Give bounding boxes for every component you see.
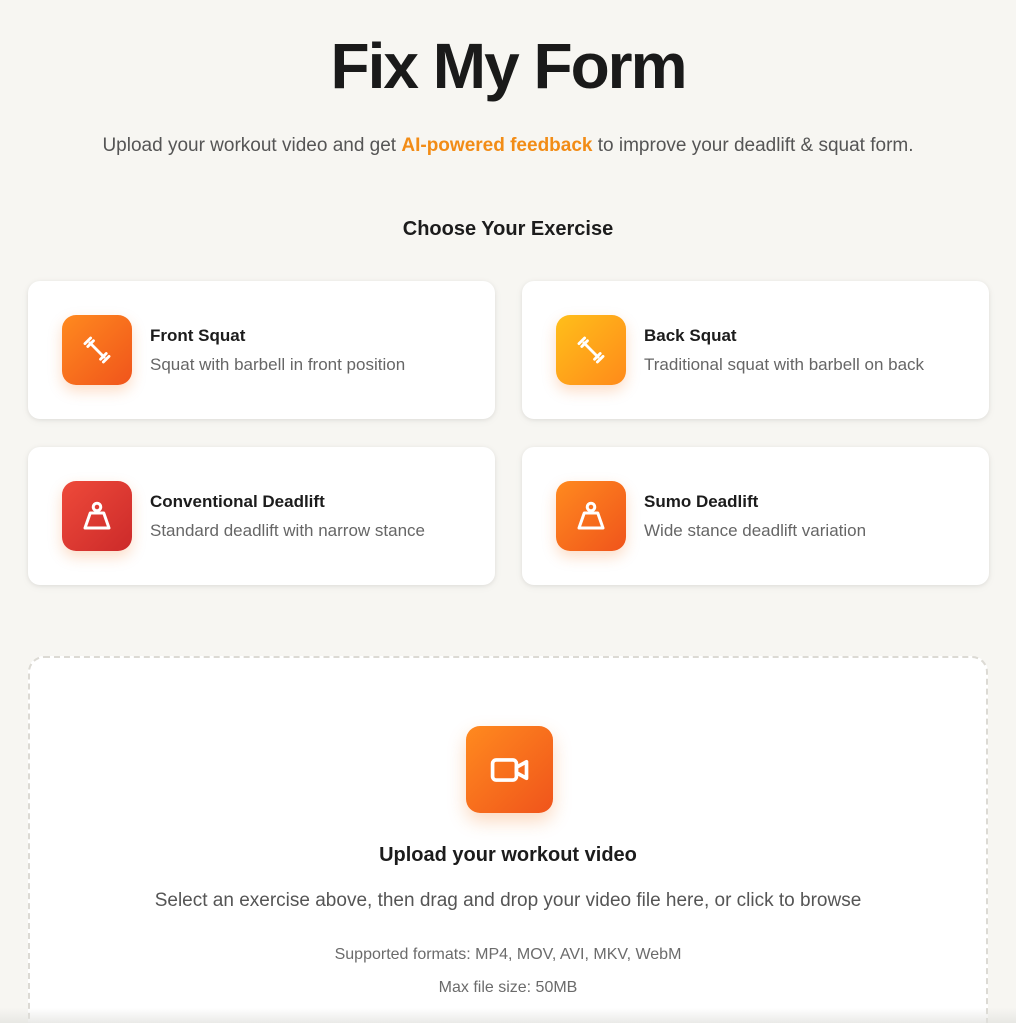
exercise-card-title: Conventional Deadlift — [150, 492, 325, 511]
kettlebell-icon — [556, 481, 626, 551]
upload-instructions: Select an exercise above, then drag and … — [154, 890, 862, 911]
exercise-card-front-squat[interactable]: Front Squat Squat with barbell in front … — [28, 281, 495, 419]
dumbbell-icon — [62, 315, 132, 385]
upload-title: Upload your workout video — [379, 844, 637, 866]
exercise-card-conventional-deadlift[interactable]: Conventional Deadlift Standard deadlift … — [28, 447, 495, 585]
exercise-card-title: Back Squat — [644, 326, 737, 345]
kettlebell-icon — [62, 481, 132, 551]
dumbbell-icon — [556, 315, 626, 385]
exercise-card-title: Sumo Deadlift — [644, 492, 759, 511]
exercise-card-sumo-deadlift[interactable]: Sumo Deadlift Wide stance deadlift varia… — [522, 447, 989, 585]
subtitle-text-start: Upload your workout video and get — [102, 135, 402, 156]
exercise-card-description: Wide stance deadlift variation — [644, 521, 867, 540]
bottom-fade — [0, 1008, 1016, 1023]
page-title: Fix My Form — [330, 30, 688, 102]
exercise-card-description: Traditional squat with barbell on back — [644, 355, 925, 374]
subtitle-accent: AI-powered feedback — [401, 135, 593, 156]
subtitle-text-end: to improve your deadlift & squat form. — [592, 135, 914, 156]
page-subtitle: Upload your workout video and get AI-pow… — [0, 134, 1016, 158]
page: Fix My Form Upload your workout video an… — [0, 0, 1016, 1023]
exercise-card-title: Front Squat — [150, 326, 246, 345]
exercise-card-back-squat[interactable]: Back Squat Traditional squat with barbel… — [522, 281, 989, 419]
exercise-card-description: Squat with barbell in front position — [150, 355, 406, 374]
exercise-section-heading: Choose Your Exercise — [402, 218, 614, 240]
max-file-size-text: Max file size: 50MB — [438, 979, 578, 996]
exercise-card-description: Standard deadlift with narrow stance — [150, 521, 425, 540]
supported-formats-text: Supported formats: MP4, MOV, AVI, MKV, W… — [334, 946, 682, 963]
video-camera-icon — [466, 726, 553, 813]
video-upload-dropzone[interactable]: Upload your workout video Select an exer… — [28, 656, 988, 1023]
